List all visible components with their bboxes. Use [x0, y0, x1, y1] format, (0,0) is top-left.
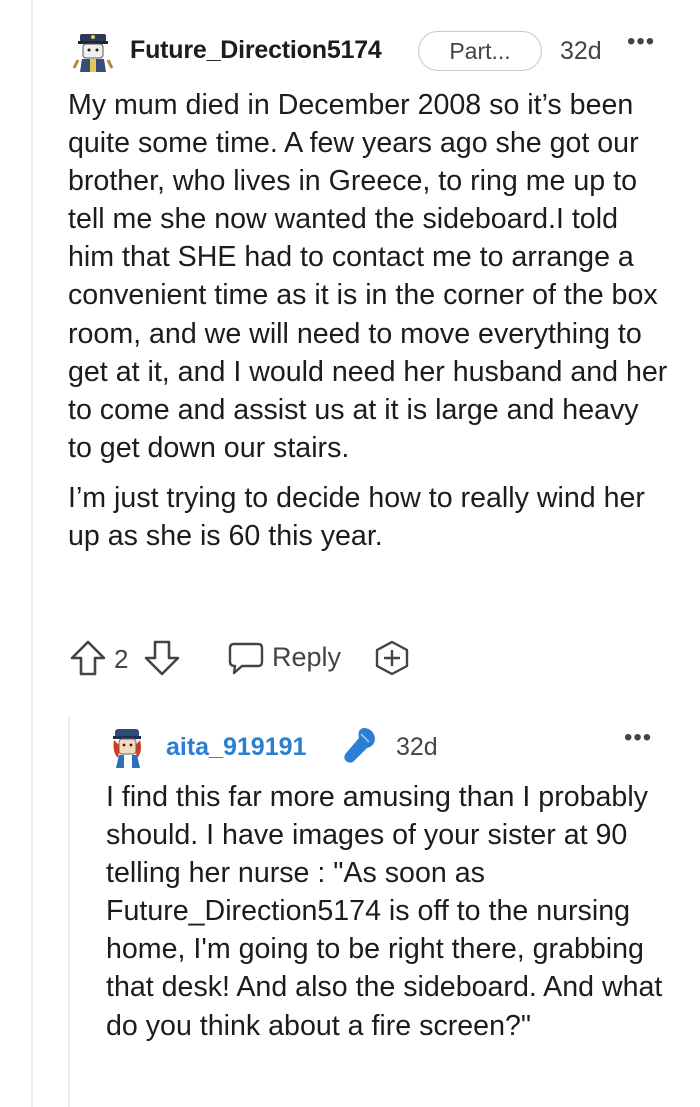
award-icon[interactable] [372, 638, 412, 678]
reply-user-avatar[interactable] [106, 724, 150, 768]
reply-body: I find this far more amusing than I prob… [106, 781, 663, 1042]
reply-thread-line[interactable] [68, 716, 70, 1107]
comment-age: 32d [560, 37, 602, 65]
more-options-icon[interactable]: ••• [627, 28, 655, 56]
upvote-icon[interactable] [68, 638, 108, 678]
downvote-icon[interactable] [142, 638, 182, 678]
comment-username[interactable]: Future_Direction5174 [130, 36, 382, 65]
reply-age: 32d [396, 733, 438, 761]
reply-username[interactable]: aita_919191 [166, 733, 306, 762]
comment-header: Future_Direction5174 Part... 32d ••• [70, 26, 670, 78]
microphone-icon [344, 728, 375, 763]
reply-button[interactable]: Reply [272, 642, 341, 673]
thread-line[interactable] [31, 0, 33, 1107]
vote-count: 2 [114, 644, 129, 674]
reply-header: aita_919191 32d ••• [106, 724, 666, 768]
user-avatar[interactable] [70, 28, 116, 74]
more-options-icon[interactable]: ••• [624, 724, 652, 752]
reply-icon[interactable] [226, 638, 266, 678]
comment-paragraph: I’m just trying to decide how to really … [68, 481, 645, 553]
comment-body: My mum died in December 2008 so it’s bee… [68, 86, 668, 567]
comment-paragraph: My mum died in December 2008 so it’s bee… [68, 89, 668, 464]
user-flair-badge[interactable]: Part... [418, 31, 542, 71]
comment-action-bar: 2 Reply [68, 638, 468, 680]
